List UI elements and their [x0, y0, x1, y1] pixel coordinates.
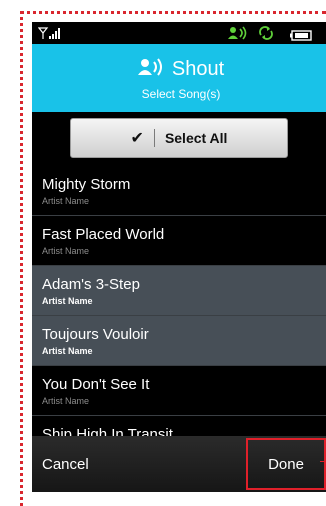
- song-item[interactable]: Fast Placed World Artist Name: [32, 216, 326, 266]
- button-divider: [153, 129, 155, 147]
- app-header: Shout Select Song(s): [32, 44, 326, 112]
- song-list[interactable]: Mighty Storm Artist Name Fast Placed Wor…: [32, 166, 326, 436]
- annotation-callout-line: [320, 461, 326, 462]
- phone-screen: Shout Select Song(s) ✔ Select All Mighty…: [32, 22, 326, 492]
- done-button[interactable]: Done: [246, 438, 326, 490]
- song-item[interactable]: Ship High In Transit: [32, 416, 326, 436]
- signal-icon: [37, 26, 64, 45]
- song-item-selected[interactable]: Toujours Vouloir Artist Name: [32, 316, 326, 366]
- song-item-selected[interactable]: Adam's 3-Step Artist Name: [32, 266, 326, 316]
- song-artist: Artist Name: [42, 396, 90, 406]
- song-title: You Don't See It: [42, 376, 150, 393]
- app-title: Shout: [171, 57, 225, 80]
- song-artist: Artist Name: [42, 346, 93, 356]
- annotation-border-left: [20, 11, 23, 506]
- song-item[interactable]: Mighty Storm Artist Name: [32, 166, 326, 216]
- song-title: Toujours Vouloir: [42, 326, 149, 343]
- song-title: Ship High In Transit: [42, 426, 173, 436]
- song-artist: Artist Name: [42, 296, 93, 306]
- song-artist: Artist Name: [42, 246, 90, 256]
- shout-icon: [137, 57, 164, 82]
- cancel-button[interactable]: Cancel: [32, 436, 152, 492]
- bottom-action-bar: Cancel Done: [32, 436, 326, 492]
- title-row: Shout: [32, 56, 326, 82]
- checkmark-icon: ✔: [130, 130, 144, 147]
- song-item[interactable]: You Don't See It Artist Name: [32, 366, 326, 416]
- song-title: Mighty Storm: [42, 176, 131, 193]
- select-all-band: ✔ Select All: [32, 112, 326, 166]
- song-title: Adam's 3-Step: [42, 276, 140, 293]
- annotation-border-top: [20, 11, 326, 14]
- sync-icon: [258, 26, 274, 45]
- select-all-button[interactable]: ✔ Select All: [70, 118, 288, 158]
- select-all-label: Select All: [164, 130, 228, 146]
- song-artist: Artist Name: [42, 196, 90, 206]
- song-title: Fast Placed World: [42, 226, 165, 243]
- status-bar: [32, 22, 326, 44]
- screen-subtitle: Select Song(s): [141, 87, 221, 101]
- shout-status-icon: [228, 26, 248, 45]
